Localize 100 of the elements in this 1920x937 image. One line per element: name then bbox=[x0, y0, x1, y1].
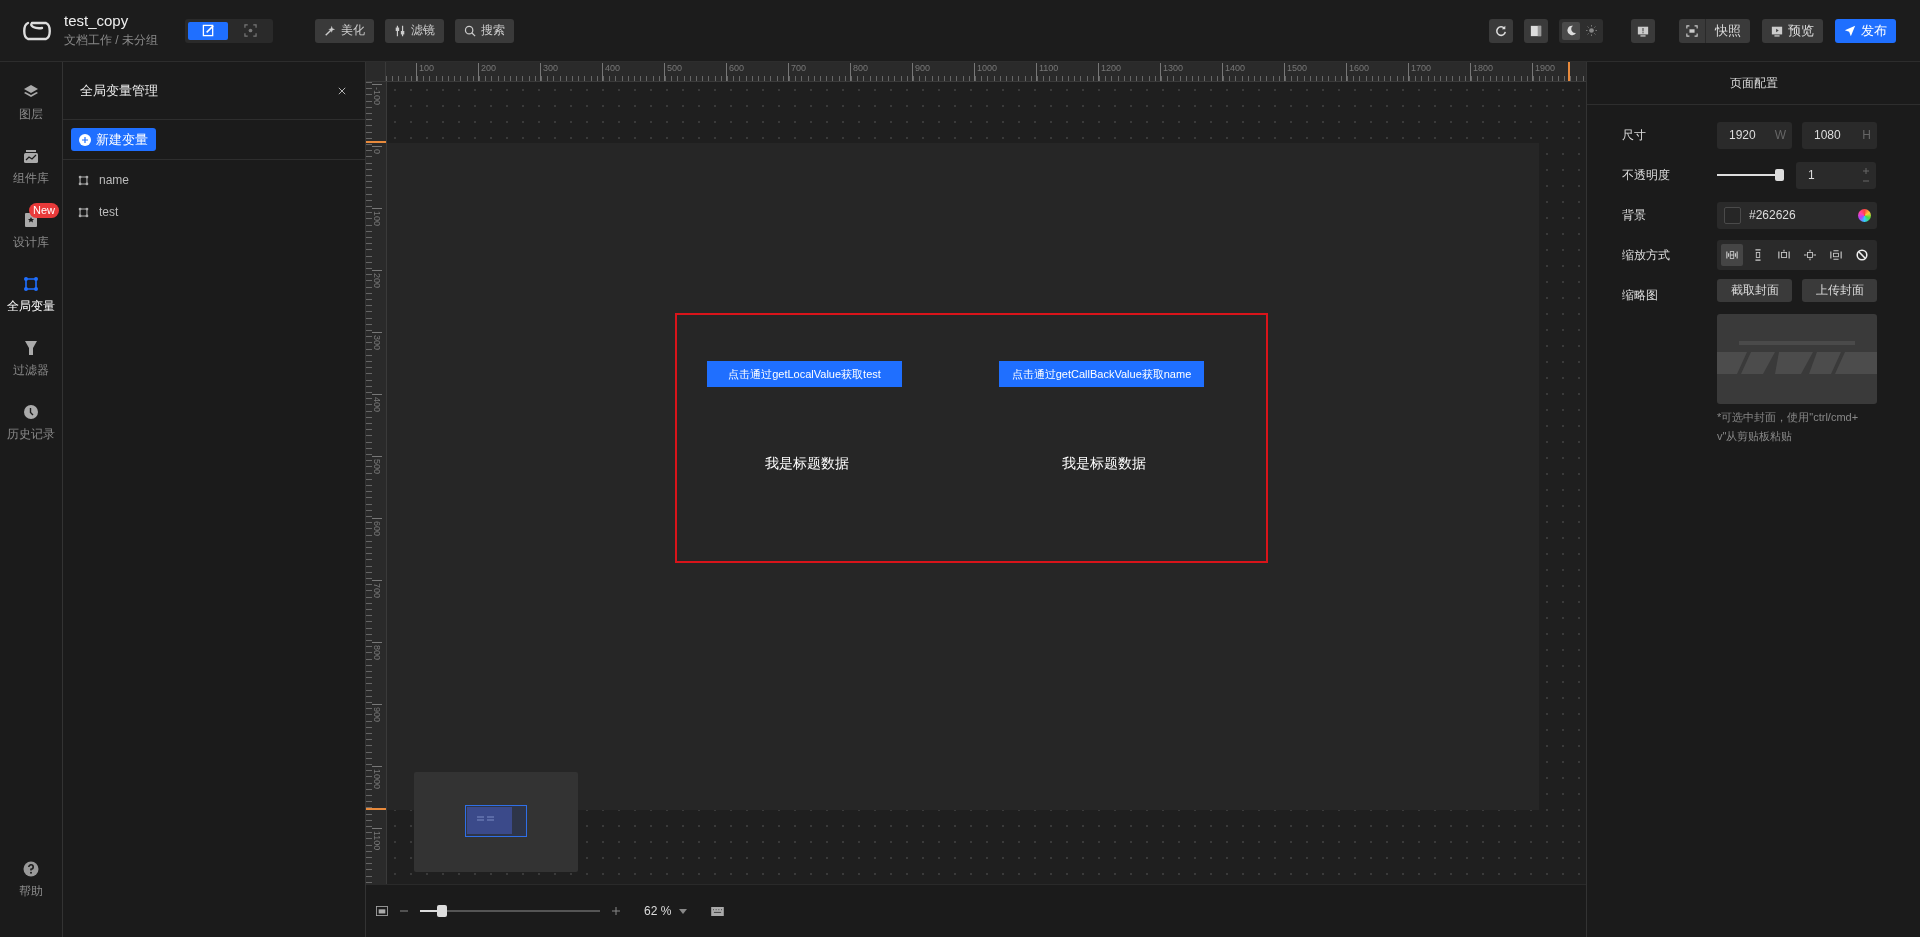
sliders-icon bbox=[394, 24, 406, 37]
alert-button[interactable] bbox=[1631, 18, 1655, 43]
field-label: 不透明度 bbox=[1622, 166, 1671, 184]
minimap-viewport-drawing bbox=[465, 805, 527, 837]
cover-button[interactable]: 截取封面 bbox=[1717, 279, 1792, 302]
ban-icon bbox=[1856, 249, 1868, 261]
ruler-label: 1900 bbox=[1532, 63, 1556, 81]
ruler-label: 1500 bbox=[1284, 63, 1308, 81]
breadcrumb: 文档工作 / 未分组 bbox=[64, 32, 158, 49]
variable-item[interactable]: test bbox=[78, 200, 365, 224]
keyboard-icon bbox=[711, 906, 725, 916]
clock-icon bbox=[23, 404, 39, 420]
ruler-label: 800 bbox=[372, 642, 382, 661]
keyboard-button[interactable] bbox=[711, 906, 725, 916]
ruler-label: 200 bbox=[478, 63, 497, 81]
variable-item[interactable]: name bbox=[78, 168, 365, 192]
width-field[interactable]: 1920 W bbox=[1717, 121, 1792, 149]
close-icon bbox=[338, 86, 346, 95]
height-field[interactable]: 1080 H bbox=[1802, 121, 1877, 149]
ruler-label: 1000 bbox=[372, 766, 382, 790]
variable-icon bbox=[78, 174, 89, 186]
sidebar-item[interactable]: 全局变量 bbox=[0, 264, 62, 328]
sidebar-item[interactable]: 图层 bbox=[0, 72, 62, 136]
ruler-label: 1200 bbox=[1098, 63, 1122, 81]
ruler-label: 1000 bbox=[974, 63, 998, 81]
ruler-label: 1300 bbox=[1160, 63, 1184, 81]
color-wheel-icon[interactable] bbox=[1858, 208, 1871, 222]
ruler-label: 400 bbox=[372, 394, 382, 413]
focus-icon bbox=[243, 24, 257, 37]
panel-title: 全局变量管理 bbox=[80, 81, 158, 100]
panel-icon bbox=[1530, 24, 1542, 37]
fit-both-icon bbox=[1726, 249, 1738, 261]
filter-button[interactable]: 滤镜 bbox=[385, 18, 444, 43]
ruler-label: 900 bbox=[372, 704, 382, 723]
panel-toggle-button[interactable] bbox=[1524, 18, 1548, 43]
fit-height-icon bbox=[1752, 249, 1764, 261]
zoom-dropdown[interactable]: 62 % bbox=[644, 904, 688, 918]
beautify-button[interactable]: 美化 bbox=[315, 18, 374, 43]
ruler-label: -100 bbox=[372, 84, 382, 105]
search-icon bbox=[464, 24, 476, 37]
edit-icon bbox=[201, 24, 215, 37]
ruler-label: 900 bbox=[912, 63, 931, 81]
ruler-label: 300 bbox=[372, 332, 382, 351]
sidebar-item[interactable]: 组件库 bbox=[0, 136, 62, 200]
dark-theme-toggle[interactable] bbox=[1562, 21, 1580, 40]
ruler-label: 700 bbox=[788, 63, 807, 81]
stepper-icon bbox=[1862, 167, 1870, 183]
sidebar-item[interactable]: 历史记录 bbox=[0, 392, 62, 456]
ruler-label: 500 bbox=[664, 63, 683, 81]
ruler-label: 400 bbox=[602, 63, 621, 81]
layers-icon bbox=[23, 84, 39, 100]
fit-width-icon bbox=[1778, 249, 1790, 261]
field-label: 缩放方式 bbox=[1622, 246, 1671, 264]
edit-mode-tab[interactable] bbox=[188, 21, 228, 40]
plus-icon bbox=[612, 907, 620, 915]
ruler-label: 1100 bbox=[1036, 63, 1059, 81]
preview-button[interactable]: 预览 bbox=[1762, 18, 1823, 43]
help-button[interactable]: 帮助 bbox=[0, 849, 62, 913]
fill-icon bbox=[1830, 249, 1842, 261]
ruler-label: 1100 bbox=[372, 828, 382, 851]
snapshot-button[interactable]: 快照 bbox=[1679, 18, 1750, 43]
ruler-label: 1600 bbox=[1346, 63, 1370, 81]
ruler-label: 200 bbox=[372, 270, 382, 289]
variable-icon bbox=[78, 206, 89, 218]
zoom-in-button[interactable] bbox=[610, 905, 622, 917]
canvas-title: 我是标题数据 bbox=[764, 455, 850, 473]
capture-icon bbox=[1686, 24, 1698, 37]
variable-icon bbox=[23, 276, 39, 292]
ruler-label: 600 bbox=[726, 63, 745, 81]
search-button[interactable]: 搜索 bbox=[455, 18, 514, 43]
ruler-label: 1700 bbox=[1408, 63, 1432, 81]
help-icon bbox=[23, 861, 39, 877]
cover-button[interactable]: 上传封面 bbox=[1802, 279, 1877, 302]
ruler-label: 1400 bbox=[1222, 63, 1246, 81]
canvas-button[interactable]: 点击通过getCallBackValue获取name bbox=[999, 361, 1204, 387]
color-field[interactable]: #262626 bbox=[1717, 201, 1877, 229]
chart-box-icon bbox=[23, 148, 39, 164]
logo-icon bbox=[22, 19, 52, 42]
scale-option[interactable] bbox=[1721, 244, 1743, 266]
plus-circle-icon bbox=[79, 133, 91, 146]
center-icon bbox=[1804, 249, 1816, 261]
ruler-label: 100 bbox=[416, 63, 435, 81]
new-variable-button[interactable]: 新建变量 bbox=[71, 128, 156, 151]
monitor-alert-icon bbox=[1637, 24, 1649, 37]
opacity-field[interactable]: 1 bbox=[1796, 161, 1876, 189]
screen-icon bbox=[376, 906, 388, 916]
ruler-label: 700 bbox=[372, 580, 382, 599]
fit-screen-button[interactable] bbox=[376, 906, 388, 916]
send-icon bbox=[1844, 24, 1856, 37]
sun-icon bbox=[1585, 25, 1597, 36]
publish-button[interactable]: 发布 bbox=[1835, 18, 1896, 43]
canvas-button[interactable]: 点击通过getLocalValue获取test bbox=[707, 361, 902, 387]
refresh-button[interactable] bbox=[1489, 18, 1513, 43]
new-badge: New bbox=[29, 203, 59, 218]
sidebar-item[interactable]: 过滤器 bbox=[0, 328, 62, 392]
field-label: 背景 bbox=[1622, 206, 1647, 224]
sidebar-item[interactable]: New 设计库 bbox=[0, 200, 62, 264]
canvas-title: 我是标题数据 bbox=[1061, 455, 1147, 473]
field-label: 尺寸 bbox=[1622, 126, 1647, 144]
refresh-icon bbox=[1495, 24, 1507, 37]
